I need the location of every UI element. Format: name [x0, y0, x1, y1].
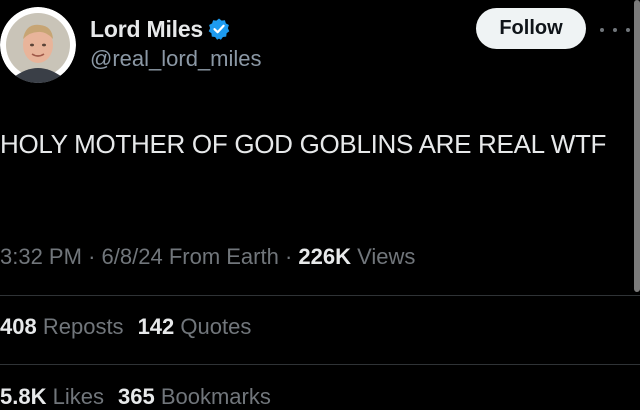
likes-label: Likes: [52, 384, 104, 409]
divider: [0, 364, 640, 365]
scrollbar[interactable]: [634, 0, 640, 292]
views-count[interactable]: 226K: [298, 244, 351, 269]
meta-separator: ·: [284, 244, 293, 269]
tweet-source: From Earth: [168, 244, 279, 269]
tweet-time[interactable]: 3:32 PM: [0, 244, 82, 269]
engagement-stats-row-1: 408 Reposts 142 Quotes: [0, 314, 251, 340]
views-label[interactable]: Views: [357, 244, 415, 269]
quotes-count: 142: [137, 314, 175, 339]
reposts-count: 408: [0, 314, 37, 339]
quotes-label: Quotes: [180, 314, 252, 339]
tweet-meta: 3:32 PM · 6/8/24 From Earth · 226K Views: [0, 244, 415, 270]
ellipsis-dot-icon: [626, 28, 630, 32]
likes-count: 5.8K: [0, 384, 47, 409]
follow-button[interactable]: Follow: [476, 8, 586, 49]
quotes-stat[interactable]: 142 Quotes: [138, 314, 252, 340]
bookmarks-label: Bookmarks: [160, 384, 271, 409]
engagement-stats-row-2: 5.8K Likes 365 Bookmarks: [0, 384, 271, 410]
ellipsis-dot-icon: [600, 28, 604, 32]
divider: [0, 295, 640, 296]
likes-stat[interactable]: 5.8K Likes: [0, 384, 104, 410]
bookmarks-stat[interactable]: 365 Bookmarks: [118, 384, 271, 410]
author-name-row[interactable]: Lord Miles: [90, 14, 231, 44]
bookmarks-count: 365: [117, 384, 155, 409]
ellipsis-dot-icon: [613, 28, 617, 32]
tweet-date[interactable]: 6/8/24: [102, 244, 163, 269]
more-options-button[interactable]: [600, 24, 630, 36]
reposts-stat[interactable]: 408 Reposts: [0, 314, 124, 340]
meta-separator: ·: [88, 244, 96, 269]
tweet-detail: Lord Miles @real_lord_miles Follow HOLY …: [0, 0, 640, 409]
reposts-label: Reposts: [42, 314, 124, 339]
tweet-text: HOLY MOTHER OF GOD GOBLINS ARE REAL WTF: [0, 129, 607, 159]
author-display-name[interactable]: Lord Miles: [90, 16, 203, 43]
avatar-photo-icon: [0, 7, 76, 83]
verified-badge-icon: [207, 17, 231, 41]
author-handle[interactable]: @real_lord_miles: [90, 46, 262, 72]
avatar[interactable]: [0, 7, 76, 83]
